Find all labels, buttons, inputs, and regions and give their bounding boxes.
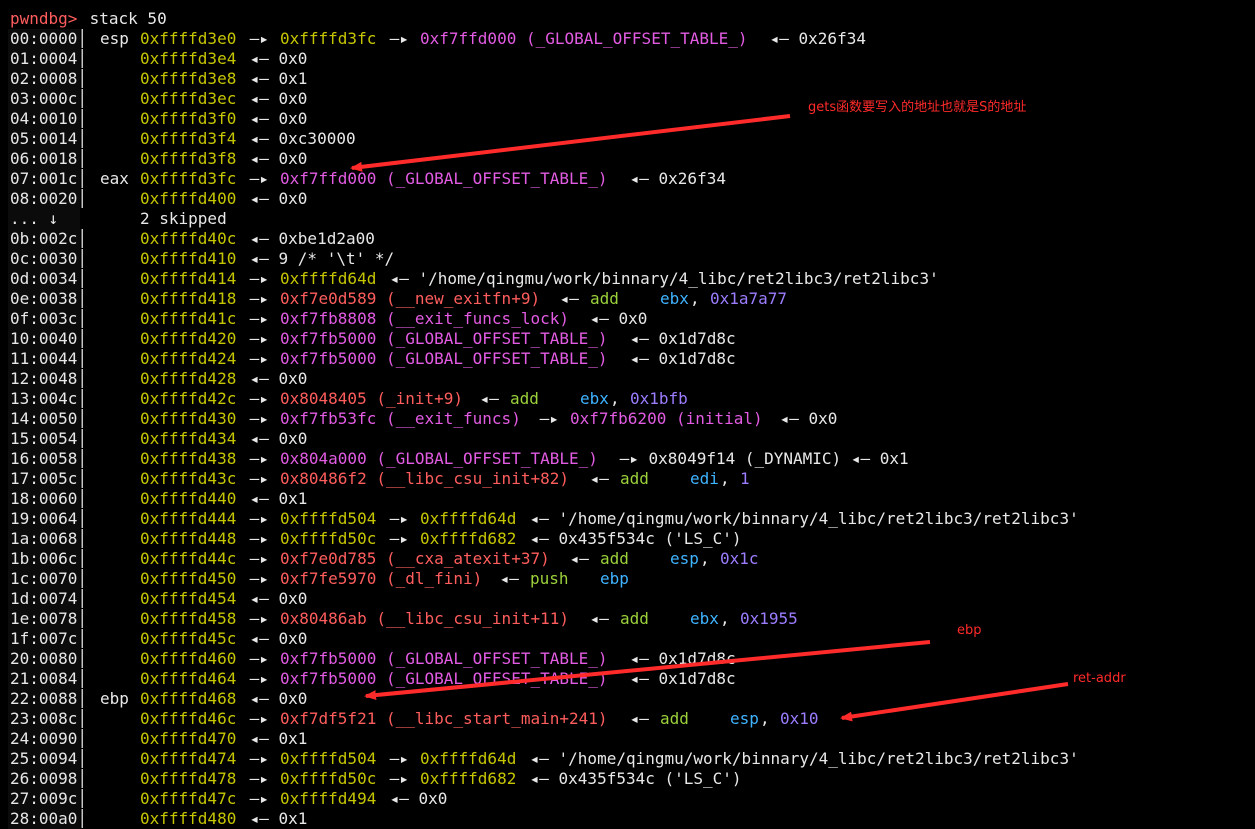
annotation-arrows [350, 114, 1069, 722]
arrow-ret-addr [840, 682, 1069, 722]
annotation-ebp: ebp [957, 623, 982, 638]
arrow-gets-target [350, 114, 791, 172]
arrow-ebp [364, 640, 931, 701]
annotation-ret-addr: ret-addr [1073, 671, 1126, 686]
annotation-gets-address: gets函数要写入的地址也就是S的地址 [808, 100, 1027, 115]
